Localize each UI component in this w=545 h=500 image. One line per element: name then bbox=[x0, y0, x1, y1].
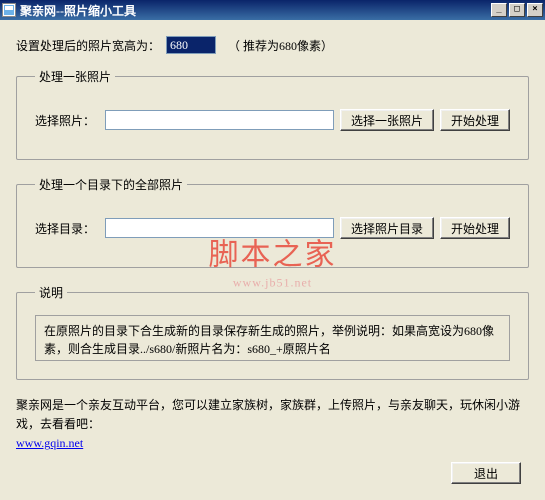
batch-dir-input[interactable] bbox=[105, 218, 334, 238]
group-single-legend: 处理一张照片 bbox=[35, 68, 115, 85]
footer-link[interactable]: www.gqin.net bbox=[16, 436, 83, 450]
width-setting-row: 设置处理后的照片宽高为： （ 推荐为680像素） bbox=[16, 36, 529, 54]
window-title: 聚亲网--照片缩小工具 bbox=[20, 2, 489, 19]
description-text: 在原照片的目录下合生成新的目录保存新生成的照片，举例说明：如果高宽设为680像素… bbox=[35, 315, 510, 361]
group-single-photo: 处理一张照片 选择照片： 选择一张照片 开始处理 bbox=[16, 68, 529, 160]
footer-message: 聚亲网是一个亲友互动平台，您可以建立家族树，家族群，上传照片，与亲友聊天，玩休闲… bbox=[16, 398, 520, 431]
footer-text: 聚亲网是一个亲友互动平台，您可以建立家族树，家族群，上传照片，与亲友聊天，玩休闲… bbox=[16, 396, 529, 454]
group-batch-photo: 处理一个目录下的全部照片 选择目录： 选择照片目录 开始处理 bbox=[16, 176, 529, 268]
exit-button[interactable]: 退出 bbox=[451, 462, 521, 484]
group-batch-legend: 处理一个目录下的全部照片 bbox=[35, 176, 187, 193]
width-label: 设置处理后的照片宽高为： bbox=[16, 37, 160, 54]
width-input[interactable] bbox=[166, 36, 216, 54]
group-desc-legend: 说明 bbox=[35, 284, 67, 301]
batch-dir-label: 选择目录： bbox=[35, 220, 99, 237]
close-button[interactable]: × bbox=[527, 3, 543, 17]
single-photo-label: 选择照片： bbox=[35, 112, 99, 129]
app-icon bbox=[2, 3, 16, 17]
client-area: 设置处理后的照片宽高为： （ 推荐为680像素） 处理一张照片 选择照片： 选择… bbox=[0, 20, 545, 500]
maximize-button[interactable]: □ bbox=[509, 3, 525, 17]
titlebar: 聚亲网--照片缩小工具 _ □ × bbox=[0, 0, 545, 20]
group-description: 说明 在原照片的目录下合生成新的目录保存新生成的照片，举例说明：如果高宽设为68… bbox=[16, 284, 529, 380]
process-single-button[interactable]: 开始处理 bbox=[440, 109, 510, 131]
single-photo-input[interactable] bbox=[105, 110, 334, 130]
width-hint: （ 推荐为680像素） bbox=[228, 37, 333, 54]
browse-photo-button[interactable]: 选择一张照片 bbox=[340, 109, 434, 131]
browse-dir-button[interactable]: 选择照片目录 bbox=[340, 217, 434, 239]
minimize-button[interactable]: _ bbox=[491, 3, 507, 17]
process-batch-button[interactable]: 开始处理 bbox=[440, 217, 510, 239]
